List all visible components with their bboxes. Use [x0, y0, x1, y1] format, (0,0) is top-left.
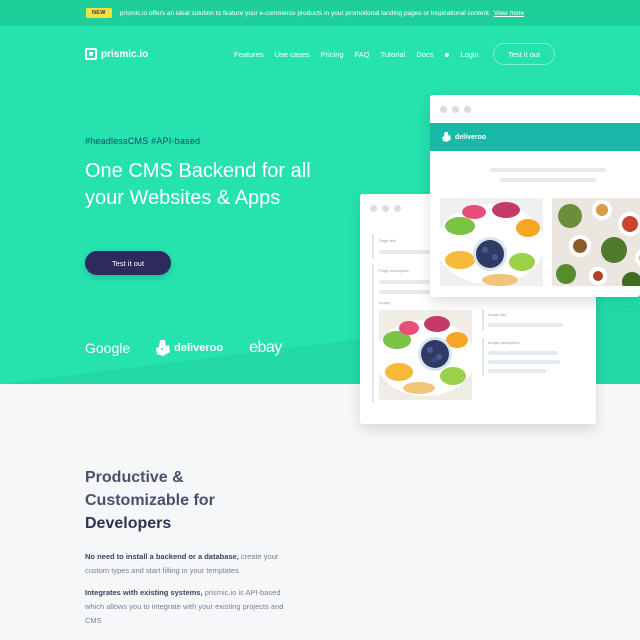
nav-test-it-out-button[interactable]: Test it out	[493, 43, 555, 65]
developers-title: Productive & Customizable for Developers	[85, 466, 285, 535]
page-title-label: Page title	[379, 238, 396, 243]
developers-paragraph-1: No need to install a backend or a databa…	[85, 550, 285, 578]
image-label: Image	[379, 300, 391, 305]
new-badge: NEW	[86, 8, 112, 18]
field-indicator	[372, 234, 374, 258]
logo-text: prismic.io	[101, 48, 149, 60]
window-controls	[430, 95, 640, 123]
nav-tutorial[interactable]: Tutorial	[381, 50, 406, 59]
announcement-message: prismic.io offers an ideal solution to f…	[119, 9, 491, 17]
nav-login[interactable]: Login	[460, 50, 478, 59]
prismic-logo-icon	[85, 48, 97, 60]
subline-placeholder	[500, 178, 596, 182]
nav-features[interactable]: Features	[234, 50, 264, 59]
nav-faq[interactable]: FAQ	[355, 50, 370, 59]
main-nav: Features Use cases Pricing FAQ Tutorial …	[234, 50, 490, 59]
nav-pricing[interactable]: Pricing	[321, 50, 344, 59]
logo[interactable]: prismic.io	[85, 48, 148, 60]
deliveroo-logo: deliveroo	[156, 340, 223, 356]
google-logo: Google	[85, 340, 131, 356]
image-description-placeholder	[488, 351, 558, 355]
client-logos: Google deliveroo ebay	[85, 339, 282, 357]
field-indicator	[482, 310, 484, 330]
field-indicator	[372, 264, 374, 300]
fruit-bowl-image	[379, 310, 472, 400]
nav-use-cases[interactable]: Use cases	[275, 50, 310, 59]
headline-placeholder	[490, 168, 606, 172]
developers-title-line1: Productive &	[85, 469, 184, 486]
fruit-bowl-photo	[440, 198, 543, 286]
deliveroo-kangaroo-icon	[442, 132, 451, 142]
deliveroo-header: deliveroo	[430, 123, 640, 151]
image-title-label: Image title	[488, 312, 507, 317]
hero-tagline: #headlessCMS #API-based	[85, 136, 201, 146]
deliveroo-kangaroo-icon	[156, 340, 171, 356]
developers-title-line2: Customizable for	[85, 492, 215, 509]
field-indicator	[372, 298, 374, 402]
image-description-placeholder	[488, 360, 560, 364]
developers-title-bold: Developers	[85, 515, 172, 532]
spices-photo	[552, 198, 640, 286]
deliveroo-header-text: deliveroo	[455, 133, 487, 141]
field-indicator	[482, 338, 484, 376]
image-description-placeholder	[488, 369, 546, 373]
nav-docs[interactable]: Docs	[416, 50, 433, 59]
view-more-link[interactable]: View more	[494, 10, 525, 17]
announcement-bar: NEW prismic.io offers an ideal solution …	[0, 0, 640, 26]
image-description-label: Image description	[488, 340, 520, 345]
image-title-placeholder	[488, 323, 563, 327]
developers-paragraph-1-bold: No need to install a backend or a databa…	[85, 552, 239, 561]
developers-paragraph-2-bold: Integrates with existing systems,	[85, 588, 203, 597]
ebay-logo: ebay	[249, 339, 282, 356]
hero-test-it-out-button[interactable]: Test it out	[85, 251, 171, 275]
hero-title: One CMS Backend for all your Websites & …	[85, 160, 311, 209]
deliveroo-logo-text: deliveroo	[174, 342, 224, 354]
nav-separator-dot	[445, 52, 450, 57]
page-description-label: Page description	[379, 268, 409, 273]
developers-paragraph-2: Integrates with existing systems, prismi…	[85, 586, 285, 628]
preview-mock-window: deliveroo	[430, 95, 640, 297]
